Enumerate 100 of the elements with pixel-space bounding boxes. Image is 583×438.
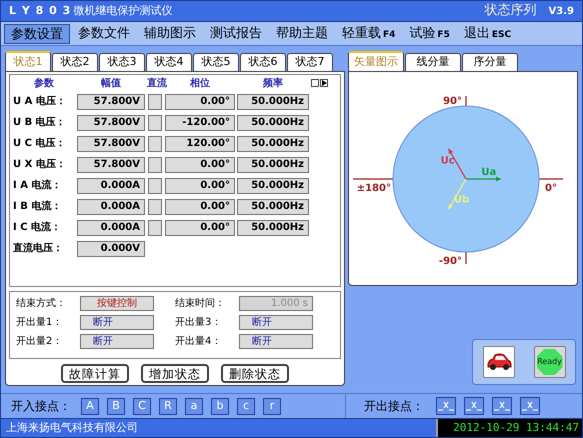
- row-label: I C 电流：: [13, 220, 62, 235]
- mode-label: 状态序列: [484, 2, 537, 20]
- action-button[interactable]: 删除状态: [221, 364, 289, 383]
- scroll-left-icon[interactable]: [311, 79, 319, 87]
- setting-label: 开出量3：: [175, 316, 222, 330]
- tab[interactable]: 状态2: [52, 53, 98, 71]
- setting-label: 结束方式：: [16, 296, 67, 312]
- setting-field[interactable]: 断开: [239, 315, 313, 330]
- dc-checkbox[interactable]: [148, 198, 162, 214]
- setting-field: 1.000 s: [239, 296, 313, 312]
- input-indicator: R: [159, 398, 177, 414]
- frequency-field[interactable]: 50.000Hz: [237, 114, 309, 130]
- tab[interactable]: 状态3: [99, 53, 145, 71]
- phase-field[interactable]: 0.00°: [165, 178, 235, 194]
- company-name: 上海来扬电气科技有限公司: [5, 420, 139, 436]
- amplitude-field[interactable]: 0.000A: [77, 178, 145, 194]
- axis-label: 0°: [545, 182, 557, 194]
- phasor-label: Ub: [454, 194, 470, 206]
- tab[interactable]: 状态1: [5, 51, 51, 71]
- menu-item[interactable]: 测试报告: [204, 24, 268, 44]
- tab[interactable]: 序分量: [462, 53, 518, 71]
- scroll-right-icon[interactable]: [320, 79, 328, 87]
- input-indicator: b: [211, 398, 229, 414]
- menu-item[interactable]: 参数文件: [72, 24, 136, 44]
- ready-button[interactable]: Ready: [534, 346, 566, 378]
- menu-item[interactable]: 辅助图示: [138, 24, 202, 44]
- menu-item[interactable]: 退出 ESC: [458, 24, 518, 44]
- phasor-label: Ua: [481, 166, 496, 178]
- input-indicator: c: [237, 398, 255, 414]
- menu-item[interactable]: 参数设置: [4, 24, 70, 44]
- axis-tick: [465, 252, 467, 264]
- tab[interactable]: 状态6: [240, 53, 286, 71]
- window-subtitle: 微机继电保护测试仪: [73, 2, 172, 19]
- setting-label: 结束时间：: [175, 296, 226, 312]
- setting-label: 开出量4：: [175, 334, 222, 350]
- phase-field[interactable]: 120.00°: [165, 136, 235, 152]
- action-button[interactable]: 故障计算: [61, 364, 129, 383]
- axis-tick: [539, 178, 563, 180]
- menu-item[interactable]: 试验 F5: [403, 24, 456, 44]
- amplitude-field[interactable]: 57.800V: [77, 94, 145, 110]
- date-time: 2012-10-29 13:44:47: [436, 419, 582, 437]
- setting-field[interactable]: 断开: [239, 334, 313, 350]
- axis-label: -90°: [438, 256, 462, 266]
- car-icon: [486, 353, 512, 371]
- tab[interactable]: 线分量: [405, 53, 461, 71]
- phase-field[interactable]: 0.00°: [165, 220, 235, 236]
- frequency-field[interactable]: 50.000Hz: [237, 136, 309, 152]
- setting-label: 开出量2：: [16, 334, 64, 350]
- dc-voltage-field[interactable]: 0.000V: [77, 240, 145, 256]
- row-label: I A 电流：: [13, 178, 62, 193]
- row-label: U B 电压：: [13, 116, 67, 130]
- version-label: V3.9: [548, 4, 574, 18]
- input-indicator: a: [185, 398, 203, 414]
- outputs-label: 开出接点：: [364, 398, 424, 415]
- tab[interactable]: 状态5: [193, 53, 239, 71]
- dc-checkbox[interactable]: [148, 114, 162, 130]
- phase-field[interactable]: 0.00°: [165, 94, 235, 110]
- row-label: I B 电流：: [13, 199, 62, 214]
- column-header: 参数: [33, 76, 55, 90]
- frequency-field[interactable]: 50.000Hz: [237, 220, 309, 236]
- setting-field[interactable]: 按键控制: [80, 296, 154, 312]
- menu-item[interactable]: 轻重载 F4: [336, 24, 402, 44]
- tab[interactable]: 状态7: [287, 53, 333, 71]
- dc-checkbox[interactable]: [148, 136, 162, 152]
- input-indicator: r: [263, 398, 281, 414]
- amplitude-field[interactable]: 0.000A: [77, 198, 145, 214]
- setting-label: 开出量1：: [16, 316, 64, 330]
- amplitude-field[interactable]: 0.000A: [77, 220, 145, 236]
- frequency-field[interactable]: 50.000Hz: [237, 156, 309, 172]
- dc-checkbox[interactable]: [148, 220, 162, 236]
- row-label: U A 电压：: [13, 94, 67, 109]
- phase-field[interactable]: 0.00°: [165, 198, 235, 214]
- setting-field[interactable]: 断开: [80, 334, 154, 350]
- amplitude-field[interactable]: 57.800V: [77, 136, 145, 152]
- axis-label: ±180°: [356, 182, 391, 194]
- dc-checkbox[interactable]: [148, 178, 162, 194]
- tab[interactable]: 矢量图示: [348, 51, 404, 71]
- frequency-field[interactable]: 50.000Hz: [237, 178, 309, 194]
- frequency-field[interactable]: 50.000Hz: [237, 198, 309, 214]
- column-header: 相位: [188, 76, 211, 90]
- action-button[interactable]: 增加状态: [141, 364, 209, 383]
- row-label: 直流电压：: [13, 241, 64, 256]
- tab[interactable]: 状态4: [146, 53, 192, 71]
- axis-label: 90°: [443, 96, 462, 106]
- setting-field[interactable]: 断开: [80, 315, 154, 330]
- axis-tick: [353, 178, 393, 180]
- input-indicator: B: [107, 398, 125, 414]
- dc-checkbox[interactable]: [148, 156, 162, 172]
- row-label: U C 电压：: [13, 136, 66, 151]
- input-indicator: C: [133, 398, 151, 414]
- car-button[interactable]: [482, 346, 514, 378]
- phase-field[interactable]: 0.00°: [165, 156, 235, 172]
- amplitude-field[interactable]: 57.800V: [77, 156, 145, 172]
- menu-item[interactable]: 帮助主题: [270, 24, 334, 44]
- phase-field[interactable]: -120.00°: [165, 114, 235, 130]
- dc-checkbox[interactable]: [148, 94, 162, 110]
- frequency-field[interactable]: 50.000Hz: [237, 94, 309, 110]
- row-label: U X 电压：: [13, 158, 67, 172]
- phasor-label: Uc: [440, 154, 455, 166]
- amplitude-field[interactable]: 57.800V: [77, 114, 145, 130]
